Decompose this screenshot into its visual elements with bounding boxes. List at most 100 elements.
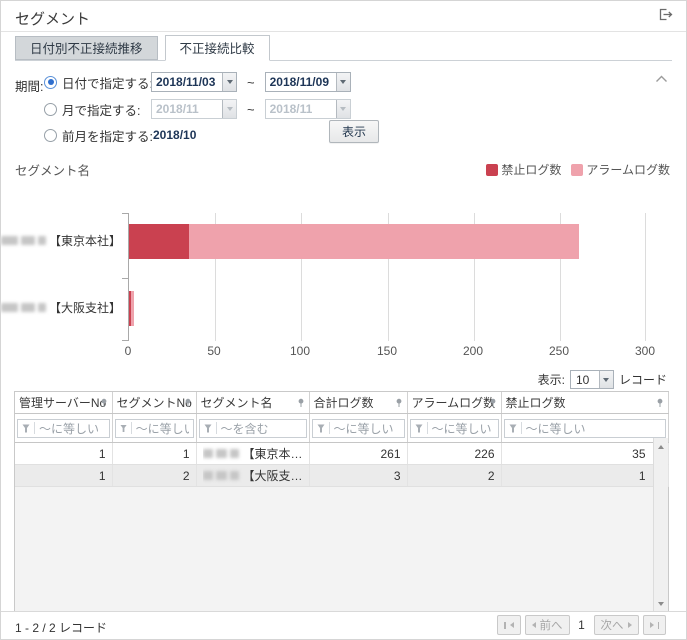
scroll-up-button[interactable] xyxy=(654,439,668,454)
category-label-text: 【大阪支社】 xyxy=(49,299,121,316)
cell-segment-no[interactable]: 2 xyxy=(112,465,196,487)
redacted-text xyxy=(230,449,239,458)
records-suffix-label: レコード xyxy=(619,371,667,388)
triangle-left-icon xyxy=(532,622,536,628)
cell-alarm-logs[interactable]: 2 xyxy=(407,465,501,487)
cell-mgmt-server-no[interactable]: 1 xyxy=(15,465,112,487)
period-option-date: 日付で指定する: 2018/11/03 ~ 2018/11/09 xyxy=(44,72,351,92)
x-tick-label: 150 xyxy=(367,344,407,358)
filter-input-segment-name[interactable]: 〜を含む xyxy=(199,419,307,438)
date-from-dropdown-button[interactable] xyxy=(222,73,236,91)
filter-input-mgmt-server-no[interactable]: 〜に等しい xyxy=(17,419,110,438)
cell-mgmt-server-no[interactable]: 1 xyxy=(15,443,112,465)
filter-input-alarm-logs[interactable]: 〜に等しい xyxy=(410,419,499,438)
cell-segment-name[interactable]: 【東京本… xyxy=(196,443,309,465)
table-row: 1 2 【大阪支… 3 2 1 xyxy=(15,465,668,487)
next-page-button[interactable]: 次へ xyxy=(594,615,639,635)
filter-input-total-logs[interactable]: 〜に等しい xyxy=(312,419,405,438)
prev-month-value: 2018/10 xyxy=(153,128,196,142)
cell-segment-name[interactable]: 【大阪支… xyxy=(196,465,309,487)
table-filter-row: 〜に等しい 〜に等しい 〜を含む 〜に等しい 〜に等しい 〜に等しい xyxy=(15,414,668,443)
pin-icon[interactable] xyxy=(655,397,665,411)
radio-date-range[interactable] xyxy=(44,76,57,89)
table-row: 1 1 【東京本… 261 226 35 xyxy=(15,443,668,465)
chart-header: セグメント名 禁止ログ数 アラームログ数 xyxy=(15,160,670,179)
prev-page-button[interactable]: 前へ xyxy=(525,615,570,635)
pin-icon[interactable] xyxy=(296,397,306,411)
redacted-text xyxy=(38,303,46,312)
month-to-value: 2018/11 xyxy=(266,100,336,118)
radio-month-range[interactable] xyxy=(44,103,57,116)
scroll-down-button[interactable] xyxy=(654,596,668,611)
column-header-segment-name[interactable]: セグメント名 xyxy=(196,392,309,414)
chevron-down-icon xyxy=(227,107,233,111)
chevron-down-icon xyxy=(603,378,609,382)
pin-icon[interactable] xyxy=(488,397,498,411)
collapse-panel-button[interactable] xyxy=(655,72,668,86)
bar-segment-prohibited xyxy=(129,224,189,259)
page-size-label: 表示: xyxy=(538,371,565,388)
redacted-text xyxy=(230,471,239,480)
cell-total-logs[interactable]: 261 xyxy=(309,443,407,465)
date-to-input[interactable]: 2018/11/09 xyxy=(265,72,351,92)
x-tick-label: 200 xyxy=(453,344,493,358)
show-button[interactable]: 表示 xyxy=(329,120,379,143)
pin-icon[interactable] xyxy=(99,397,109,411)
period-label: 期間: xyxy=(15,76,43,95)
segment-report-page: セグメント 日付別不正接続推移 不正接続比較 期間: 日付で指定する: 2018… xyxy=(0,0,687,640)
cell-prohibited-logs[interactable]: 35 xyxy=(501,443,668,465)
cell-segment-no[interactable]: 1 xyxy=(112,443,196,465)
axis-tick xyxy=(122,340,129,341)
bar-segment-alarm xyxy=(189,224,579,259)
legend-item-alarm-logs[interactable]: アラームログ数 xyxy=(571,161,670,178)
category-label-tokyo: 【東京本社】 xyxy=(1,233,121,247)
cell-alarm-logs[interactable]: 226 xyxy=(407,443,501,465)
legend-swatch-alarm xyxy=(571,164,583,176)
month-from-value: 2018/11 xyxy=(152,100,222,118)
filter-input-segment-no[interactable]: 〜に等しい xyxy=(115,419,194,438)
column-header-total-logs[interactable]: 合計ログ数 xyxy=(309,392,407,414)
radio-prev-month[interactable] xyxy=(44,129,57,142)
column-header-prohibited-logs[interactable]: 禁止ログ数 xyxy=(501,392,668,414)
first-page-button[interactable] xyxy=(497,615,521,635)
triangle-right-icon xyxy=(650,622,654,628)
bar-segment-alarm xyxy=(131,291,134,326)
month-from-dropdown-button[interactable] xyxy=(222,100,236,118)
column-header-mgmt-server-no[interactable]: 管理サーバーNo xyxy=(15,392,112,414)
redacted-text xyxy=(38,236,46,245)
redacted-text xyxy=(21,236,35,245)
date-from-input[interactable]: 2018/11/03 xyxy=(151,72,237,92)
filter-input-prohibited-logs[interactable]: 〜に等しい xyxy=(504,419,666,438)
pin-icon[interactable] xyxy=(394,397,404,411)
month-from-input[interactable]: 2018/11 xyxy=(151,99,237,119)
column-header-alarm-logs[interactable]: アラームログ数 xyxy=(407,392,501,414)
current-page-number[interactable]: 1 xyxy=(574,618,590,632)
radio-month-range-label[interactable]: 月で指定する: xyxy=(62,100,146,119)
page-size-select[interactable]: 10 xyxy=(570,370,614,389)
page-size-dropdown-button[interactable] xyxy=(599,371,613,388)
date-to-dropdown-button[interactable] xyxy=(336,73,350,91)
tab-unauthorized-comparison[interactable]: 不正接続比較 xyxy=(165,35,270,61)
bar-osaka xyxy=(129,291,134,326)
column-header-segment-no[interactable]: セグメントNo xyxy=(112,392,196,414)
legend-item-prohibited-logs[interactable]: 禁止ログ数 xyxy=(486,161,561,178)
segment-table: 管理サーバーNo セグメントNo セグメント名 合計ログ数 アラームログ数 禁止… xyxy=(14,391,669,613)
tab-daily-unauthorized-trend[interactable]: 日付別不正接続推移 xyxy=(15,36,158,60)
table-footer: 1 - 2 / 2 レコード 前へ 1 次へ xyxy=(1,611,686,639)
stacked-bar-chart: 【東京本社】 【大阪支社】 0 50 100 150 200 250 300 xyxy=(1,196,686,366)
cell-total-logs[interactable]: 3 xyxy=(309,465,407,487)
export-button[interactable] xyxy=(657,7,675,25)
cell-prohibited-logs[interactable]: 1 xyxy=(501,465,668,487)
radio-prev-month-label[interactable]: 前月を指定する: xyxy=(62,126,146,145)
pin-icon[interactable] xyxy=(183,397,193,411)
axis-tick xyxy=(122,213,129,214)
month-to-dropdown-button[interactable] xyxy=(336,100,350,118)
radio-date-range-label[interactable]: 日付で指定する: xyxy=(62,73,146,92)
x-tick-label: 50 xyxy=(194,344,234,358)
last-page-button[interactable] xyxy=(643,615,667,635)
month-to-input[interactable]: 2018/11 xyxy=(265,99,351,119)
vertical-scrollbar[interactable] xyxy=(653,438,668,612)
chevron-down-icon xyxy=(340,80,346,84)
axis-tick xyxy=(122,278,129,279)
page-title: セグメント xyxy=(15,8,90,29)
